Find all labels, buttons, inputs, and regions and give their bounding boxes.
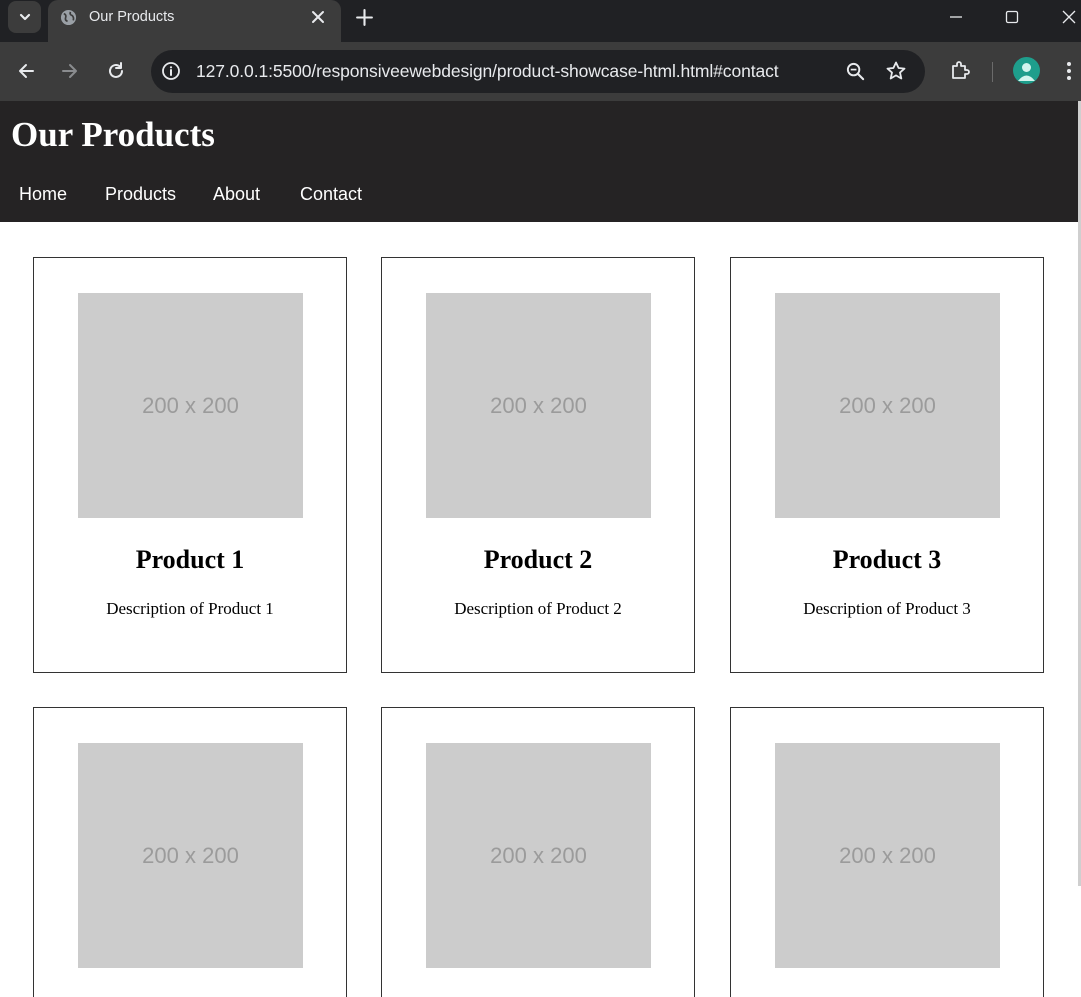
minimize-icon[interactable] [948,9,964,25]
product-title: Product 3 [832,545,942,574]
address-bar[interactable]: 127.0.0.1:5500/responsiveewebdesign/prod… [151,50,925,93]
product-card: 200 x 200 [381,707,695,997]
product-title: Product 1 [135,545,245,574]
product-card: 200 x 200 Product 1 Description of Produ… [33,257,347,673]
product-image: 200 x 200 [426,293,651,518]
product-card: 200 x 200 Product 3 Description of Produ… [730,257,1044,673]
page-title: Our Products [11,115,215,154]
browser-tab[interactable]: Our Products [48,0,341,42]
chevron-down-icon [19,13,30,21]
product-title: Product 2 [483,545,593,574]
product-card: 200 x 200 Product 2 Description of Produ… [381,257,695,673]
star-icon[interactable] [885,60,907,82]
toolbar-divider [992,62,993,82]
site-header: Our Products Home Products About Contact [0,101,1078,222]
image-placeholder-text: 200 x 200 [490,842,587,868]
kebab-menu-icon[interactable] [1062,60,1076,82]
zoom-out-icon[interactable] [845,61,866,82]
product-description: Description of Product 2 [454,599,622,618]
nav-link-contact[interactable]: Contact [300,184,362,205]
product-description: Description of Product 1 [106,599,274,618]
nav-link-products[interactable]: Products [105,184,176,205]
plus-icon[interactable] [355,8,374,27]
close-icon[interactable] [310,9,326,25]
globe-icon [60,9,77,26]
image-placeholder-text: 200 x 200 [839,842,936,868]
image-placeholder-text: 200 x 200 [490,392,587,418]
product-image: 200 x 200 [775,743,1000,968]
product-image: 200 x 200 [775,293,1000,518]
nav-link-home[interactable]: Home [19,184,67,205]
product-image: 200 x 200 [78,293,303,518]
avatar-icon[interactable] [1013,57,1040,84]
window-close-icon[interactable] [1060,8,1078,26]
image-placeholder-text: 200 x 200 [142,392,239,418]
reload-icon[interactable] [105,60,127,82]
back-arrow-icon[interactable] [15,60,37,82]
product-card: 200 x 200 [33,707,347,997]
product-card: 200 x 200 [730,707,1044,997]
puzzle-icon[interactable] [949,59,971,81]
image-placeholder-text: 200 x 200 [142,842,239,868]
nav-link-about[interactable]: About [213,184,260,205]
tab-strip: Our Products [0,0,1081,42]
maximize-icon[interactable] [1004,9,1020,25]
page-viewport: Our Products Home Products About Contact… [0,101,1081,997]
info-icon[interactable] [161,61,181,81]
url-text[interactable]: 127.0.0.1:5500/responsiveewebdesign/prod… [196,61,779,82]
product-image: 200 x 200 [78,743,303,968]
forward-arrow-icon[interactable] [59,60,81,82]
product-image: 200 x 200 [426,743,651,968]
image-placeholder-text: 200 x 200 [839,392,936,418]
browser-toolbar: 127.0.0.1:5500/responsiveewebdesign/prod… [0,42,1081,101]
tab-search-button[interactable] [8,1,41,33]
product-description: Description of Product 3 [803,599,971,618]
tab-title: Our Products [89,9,175,25]
